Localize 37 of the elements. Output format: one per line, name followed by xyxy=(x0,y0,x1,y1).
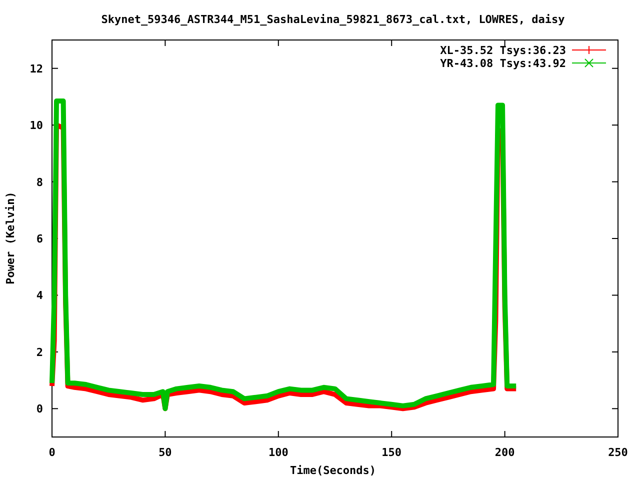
y-tick-label: 12 xyxy=(30,62,43,76)
y-tick xyxy=(52,68,58,69)
y-tick-label: 4 xyxy=(36,289,43,302)
y-tick-label: 6 xyxy=(36,232,43,246)
x-tick-label: 100 xyxy=(268,446,288,459)
x-tick xyxy=(391,430,392,438)
y-tick-label: 10 xyxy=(30,119,43,132)
x-tick-label: 0 xyxy=(48,446,56,459)
y-tick xyxy=(612,351,618,352)
legend-label: XL-35.52 Tsys:36.23 xyxy=(440,44,566,57)
y-tick xyxy=(612,408,618,410)
x-tick-label: 250 xyxy=(608,446,628,459)
y-tick xyxy=(612,294,618,296)
x-axis-label: Time(Seconds) xyxy=(290,464,376,477)
x-tick xyxy=(278,430,279,438)
y-tick-label: 8 xyxy=(36,176,43,189)
y-tick xyxy=(612,181,618,182)
x-tick xyxy=(164,430,166,438)
y-tick xyxy=(612,68,618,69)
y-tick xyxy=(612,124,618,126)
x-tick xyxy=(504,430,506,438)
legend-label: YR-43.08 Tsys:43.92 xyxy=(440,57,566,70)
y-axis-label: Power (Kelvin) xyxy=(4,192,17,284)
x-tick xyxy=(278,40,279,46)
y-tick xyxy=(52,408,58,410)
x-tick xyxy=(164,40,166,46)
x-tick-label: 150 xyxy=(382,446,402,459)
y-tick xyxy=(612,238,618,239)
y-tick-label: 0 xyxy=(36,402,43,416)
y-tick-label: 2 xyxy=(36,346,43,359)
x-tick xyxy=(391,40,392,46)
legend-line xyxy=(572,46,606,54)
x-tick-label: 50 xyxy=(158,446,172,459)
x-tick xyxy=(504,40,506,46)
legend-line xyxy=(572,58,606,68)
chart-title: Skynet_59346_ASTR344_M51_SashaLevina_59821_8673_cal.txt, LOWRES, daisy xyxy=(101,13,565,26)
x-tick-label: 200 xyxy=(494,446,515,459)
